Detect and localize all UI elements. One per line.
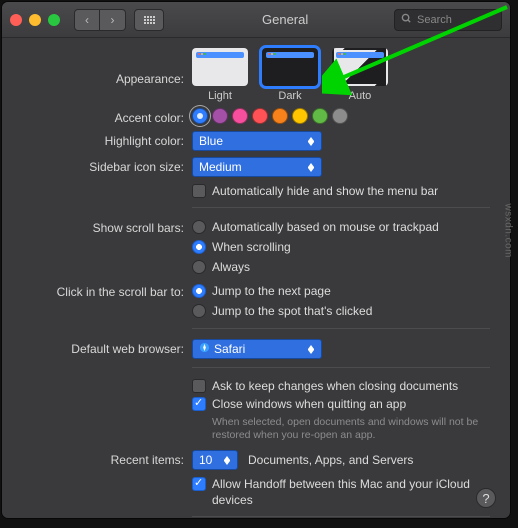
scroll-click-radio-0[interactable] xyxy=(192,284,206,298)
chevron-left-icon: ‹ xyxy=(85,13,89,27)
watermark: wsxdn.com xyxy=(503,203,514,258)
scroll-click-option-1[interactable]: Jump to the spot that's clicked xyxy=(192,302,372,320)
scroll-show-option-0[interactable]: Automatically based on mouse or trackpad xyxy=(192,218,439,236)
accent-color-row xyxy=(192,108,490,124)
scroll-show-label-2: Always xyxy=(212,258,250,276)
content: Appearance: Light Dark Auto xyxy=(2,38,510,518)
search-icon xyxy=(401,13,412,27)
show-all-button[interactable] xyxy=(134,9,164,31)
close-windows-input[interactable] xyxy=(192,397,206,411)
autohide-menubar-checkbox[interactable]: Automatically hide and show the menu bar xyxy=(192,183,438,199)
recent-label: Recent items: xyxy=(12,450,192,467)
window-title: General xyxy=(262,12,308,27)
chevron-right-icon: › xyxy=(111,13,115,27)
accent-blue[interactable] xyxy=(192,108,208,124)
close-windows-checkbox[interactable]: Close windows when quitting an app xyxy=(192,396,406,412)
scrollclick-label: Click in the scroll bar to: xyxy=(12,282,192,299)
appearance-light-label: Light xyxy=(208,90,232,102)
accent-yellow[interactable] xyxy=(292,108,308,124)
scroll-show-label-1: When scrolling xyxy=(212,238,291,256)
help-button[interactable]: ? xyxy=(476,488,496,508)
divider xyxy=(192,367,490,368)
appearance-dark-label: Dark xyxy=(278,90,301,102)
zoom-window-icon[interactable] xyxy=(48,14,60,26)
scroll-show-label-0: Automatically based on mouse or trackpad xyxy=(212,218,439,236)
accent-pink[interactable] xyxy=(232,108,248,124)
recent-items-select[interactable]: 10 xyxy=(192,450,238,470)
scroll-show-radio-0[interactable] xyxy=(192,220,206,234)
preferences-window: ‹ › General Appearance: xyxy=(2,2,510,518)
divider xyxy=(192,516,490,517)
handoff-label: Allow Handoff between this Mac and your … xyxy=(212,476,490,508)
appearance-light[interactable]: Light xyxy=(192,48,248,102)
scroll-click-option-0[interactable]: Jump to the next page xyxy=(192,282,331,300)
handoff-checkbox[interactable]: Allow Handoff between this Mac and your … xyxy=(192,476,490,508)
handoff-input[interactable] xyxy=(192,477,206,491)
browser-label: Default web browser: xyxy=(12,339,192,356)
appearance-auto-label: Auto xyxy=(349,90,372,102)
minimize-window-icon[interactable] xyxy=(29,14,41,26)
browser-value: Safari xyxy=(214,342,245,356)
close-windows-hint: When selected, open documents and window… xyxy=(212,416,490,442)
appearance-dark[interactable]: Dark xyxy=(262,48,318,102)
appearance-options: Light Dark Auto xyxy=(192,48,388,102)
close-window-icon[interactable] xyxy=(10,14,22,26)
highlight-value: Blue xyxy=(199,134,223,148)
forward-button[interactable]: › xyxy=(100,9,126,31)
compass-icon xyxy=(199,342,210,356)
close-windows-label: Close windows when quitting an app xyxy=(212,396,406,412)
autohide-menubar-label: Automatically hide and show the menu bar xyxy=(212,183,438,199)
sidebar-size-value: Medium xyxy=(199,160,242,174)
scroll-show-option-2[interactable]: Always xyxy=(192,258,250,276)
back-button[interactable]: ‹ xyxy=(74,9,100,31)
grid-icon xyxy=(144,16,155,24)
titlebar: ‹ › General xyxy=(2,2,510,38)
recent-items-value: 10 xyxy=(199,453,212,467)
ask-keep-changes-label: Ask to keep changes when closing documen… xyxy=(212,378,458,394)
accent-purple[interactable] xyxy=(212,108,228,124)
ask-keep-changes-input[interactable] xyxy=(192,379,206,393)
accent-orange[interactable] xyxy=(272,108,288,124)
divider xyxy=(192,328,490,329)
appearance-label: Appearance: xyxy=(12,48,192,86)
accent-red[interactable] xyxy=(252,108,268,124)
recent-items-suffix: Documents, Apps, and Servers xyxy=(248,453,413,467)
sidebar-size-select[interactable]: Medium xyxy=(192,157,322,177)
browser-select[interactable]: Safari xyxy=(192,339,322,359)
scroll-click-label-0: Jump to the next page xyxy=(212,282,331,300)
nav-segment: ‹ › xyxy=(74,9,126,31)
scrollbars-label: Show scroll bars: xyxy=(12,218,192,235)
scroll-click-radio-1[interactable] xyxy=(192,304,206,318)
divider xyxy=(192,207,490,208)
search-input[interactable] xyxy=(417,14,495,26)
help-icon: ? xyxy=(482,491,489,506)
accent-green[interactable] xyxy=(312,108,328,124)
scroll-show-option-1[interactable]: When scrolling xyxy=(192,238,291,256)
autohide-menubar-input[interactable] xyxy=(192,184,206,198)
window-controls xyxy=(10,14,60,26)
accent-gray[interactable] xyxy=(332,108,348,124)
highlight-select[interactable]: Blue xyxy=(192,131,322,151)
ask-keep-changes-checkbox[interactable]: Ask to keep changes when closing documen… xyxy=(192,378,458,394)
scroll-click-label-1: Jump to the spot that's clicked xyxy=(212,302,372,320)
accent-label: Accent color: xyxy=(12,108,192,125)
appearance-auto[interactable]: Auto xyxy=(332,48,388,102)
scroll-show-radio-1[interactable] xyxy=(192,240,206,254)
highlight-label: Highlight color: xyxy=(12,131,192,148)
sidebar-label: Sidebar icon size: xyxy=(12,157,192,174)
scroll-show-radio-2[interactable] xyxy=(192,260,206,274)
search-field[interactable] xyxy=(394,9,502,31)
